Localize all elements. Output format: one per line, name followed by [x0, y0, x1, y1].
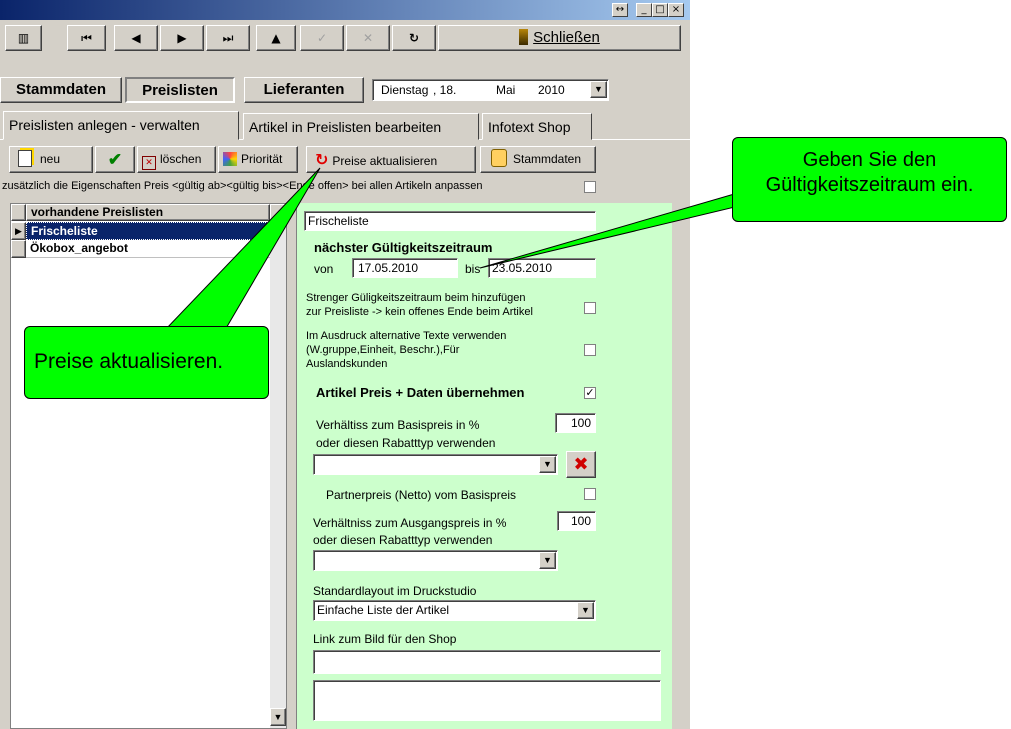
callout-update-prices: Preise aktualisieren. [24, 326, 269, 399]
callout-validity-period: Geben Sie den Gültigkeitszeitraum ein. [732, 137, 1007, 222]
left-callout-pointer [163, 167, 321, 331]
